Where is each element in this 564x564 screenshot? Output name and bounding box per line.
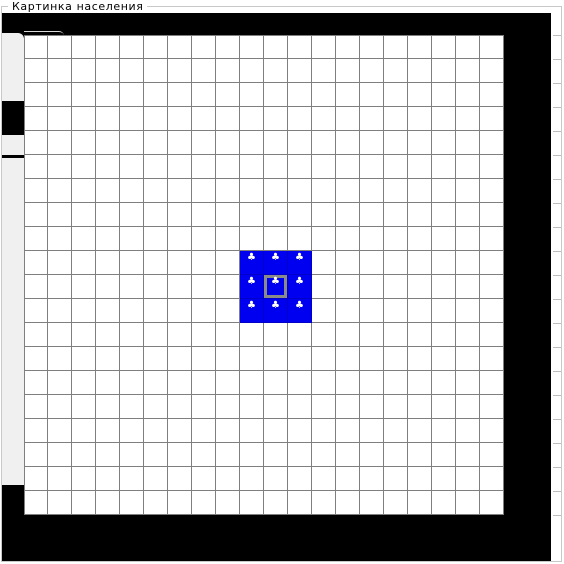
group-box-frame	[1, 6, 562, 562]
population-window: ♣ ♣ ♣ ♣ ♣ ♣ ♣ ♣ ♣ Картинка населения	[0, 0, 564, 564]
group-title: Картинка населения	[8, 0, 148, 13]
